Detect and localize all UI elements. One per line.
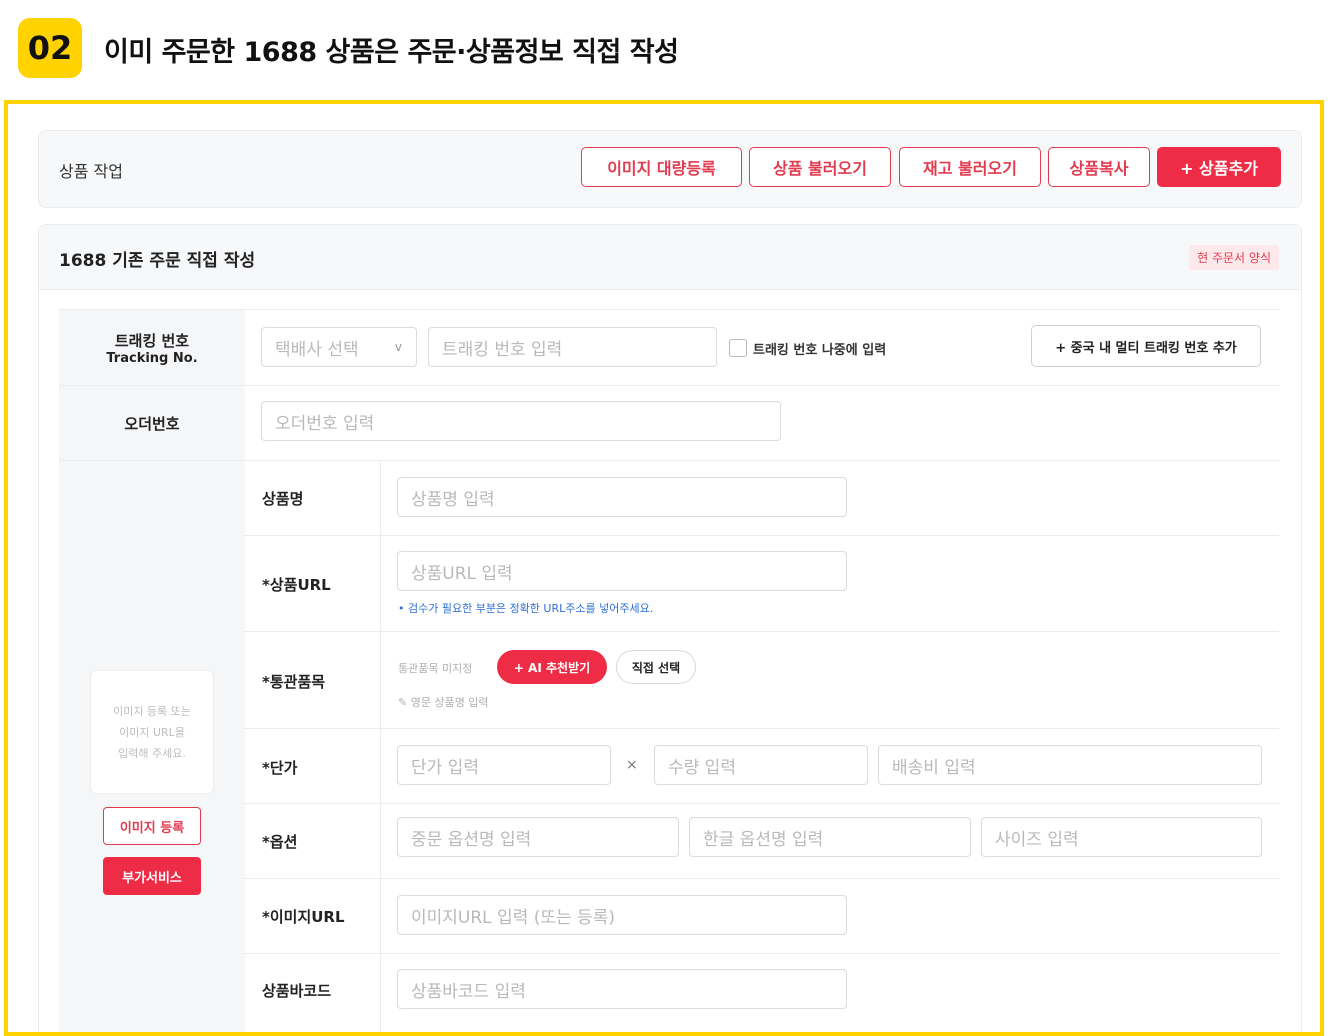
image-dropzone-text: 이미지 등록 또는 이미지 URL을 입력해 주세요. <box>113 704 191 760</box>
tracking-label-cell: 트래킹 번호 Tracking No. <box>59 310 245 385</box>
product-url-input[interactable]: 상품URL 입력 <box>397 551 847 591</box>
shipping-fee-input[interactable]: 배송비 입력 <box>878 745 1262 785</box>
toolbar-label: 상품 작업 <box>59 162 123 181</box>
product-name-label: 상품명 <box>262 490 304 508</box>
courier-select-placeholder: 택배사 선택 <box>275 339 359 360</box>
customs-item-label: *통관품목 <box>262 673 326 691</box>
step-number-badge: 02 <box>18 18 82 78</box>
unit-price-label: *단가 <box>262 759 298 777</box>
tracking-number-input[interactable]: 트래킹 번호 입력 <box>428 327 717 367</box>
bulk-image-register-button[interactable]: 이미지 대량등록 <box>581 147 742 187</box>
row-divider <box>245 953 1279 954</box>
barcode-label: 상품바코드 <box>262 982 332 1000</box>
row-divider <box>245 728 1279 729</box>
step-header: 02 이미 주문한 1688 상품은 주문·상품정보 직접 작성 <box>0 0 1328 98</box>
copy-product-button[interactable]: 상품복사 <box>1048 147 1150 187</box>
barcode-input[interactable]: 상품바코드 입력 <box>397 969 847 1009</box>
card-header: 1688 기존 주문 직접 작성 현 주문서 양식 <box>39 225 1301 290</box>
highlight-frame: 상품 작업 이미지 대량등록 상품 불러오기 재고 불러오기 상품복사 + 상품… <box>4 100 1324 1036</box>
order-number-label: 오더번호 <box>124 414 180 433</box>
extra-service-button[interactable]: 부가서비스 <box>103 857 201 895</box>
step-title: 이미 주문한 1688 상품은 주문·상품정보 직접 작성 <box>104 37 679 68</box>
add-product-button[interactable]: + 상품추가 <box>1157 147 1281 187</box>
image-dropzone[interactable]: 이미지 등록 또는 이미지 URL을 입력해 주세요. <box>90 670 214 794</box>
order-number-label-cell: 오더번호 <box>59 386 245 460</box>
row-divider <box>245 803 1279 804</box>
direct-order-card: 1688 기존 주문 직접 작성 현 주문서 양식 트래킹 번호 Trackin… <box>38 224 1302 1032</box>
row-divider <box>245 535 1279 536</box>
product-url-label: *상품URL <box>262 576 331 594</box>
chevron-down-icon: v <box>394 340 402 354</box>
image-register-button[interactable]: 이미지 등록 <box>103 807 201 845</box>
quantity-input[interactable]: 수량 입력 <box>654 745 868 785</box>
courier-select[interactable]: 택배사 선택 v <box>261 327 417 367</box>
tracking-label: 트래킹 번호 <box>114 331 190 350</box>
add-multi-tracking-button[interactable]: + 중국 내 멀티 트래킹 번호 추가 <box>1031 325 1261 367</box>
image-url-input[interactable]: 이미지URL 입력 (또는 등록) <box>397 895 847 935</box>
tracking-label-en: Tracking No. <box>106 350 198 366</box>
tracking-later-checkbox[interactable] <box>729 339 747 357</box>
product-name-input[interactable]: 상품명 입력 <box>397 477 847 517</box>
size-input[interactable]: 사이즈 입력 <box>981 817 1262 857</box>
direct-select-button[interactable]: 직접 선택 <box>616 650 696 684</box>
unit-price-input[interactable]: 단가 입력 <box>397 745 611 785</box>
image-url-label: *이미지URL <box>262 908 345 926</box>
english-name-link[interactable]: ✎ 영문 상품명 입력 <box>398 694 489 710</box>
row-divider <box>245 878 1279 879</box>
order-number-input[interactable]: 오더번호 입력 <box>261 401 781 441</box>
ai-recommend-button[interactable]: + AI 추천받기 <box>497 650 607 684</box>
tracking-later-label: 트래킹 번호 나중에 입력 <box>753 343 887 358</box>
multiply-sign: × <box>626 757 638 773</box>
product-toolbar: 상품 작업 이미지 대량등록 상품 불러오기 재고 불러오기 상품복사 + 상품… <box>38 130 1302 208</box>
customs-status-text: 통관품목 미지정 <box>398 662 473 675</box>
option-korean-input[interactable]: 한글 옵션명 입력 <box>689 817 971 857</box>
order-form: 트래킹 번호 Tracking No. 택배사 선택 v 트래킹 번호 입력 트… <box>59 309 1279 1032</box>
load-stock-button[interactable]: 재고 불러오기 <box>899 147 1041 187</box>
option-chinese-input[interactable]: 중문 옵션명 입력 <box>397 817 679 857</box>
load-product-button[interactable]: 상품 불러오기 <box>749 147 891 187</box>
card-title: 1688 기존 주문 직접 작성 <box>59 251 256 271</box>
product-url-hint: • 검수가 필요한 부분은 정확한 URL주소를 넣어주세요. <box>398 602 654 615</box>
option-label: *옵션 <box>262 833 298 851</box>
order-form-tag[interactable]: 현 주문서 양식 <box>1189 245 1279 270</box>
row-divider <box>245 631 1279 632</box>
column-divider <box>380 461 381 1032</box>
